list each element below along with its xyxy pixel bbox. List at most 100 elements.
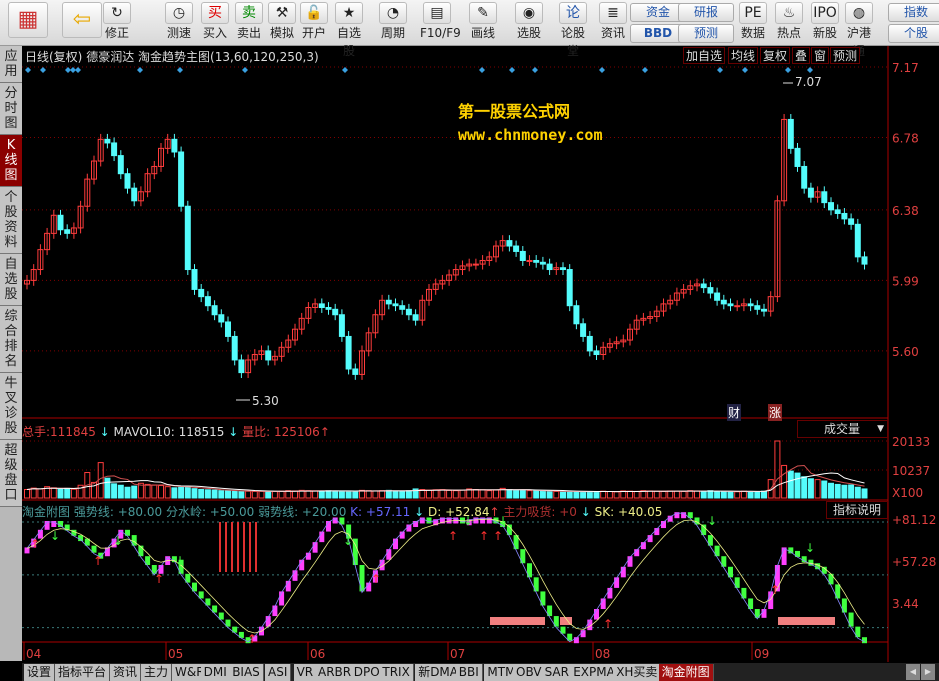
volume-bar (405, 490, 412, 499)
tab-13[interactable]: BBI (455, 664, 483, 681)
sub-tick: 3.44 (892, 597, 919, 611)
tab-2[interactable]: 资讯 (110, 664, 142, 681)
signal-diamond-icon (807, 67, 813, 73)
down-arrow-icon: ↓ (410, 505, 428, 519)
tab-16[interactable]: SAR (541, 664, 573, 681)
candle-body (560, 267, 566, 271)
candle-body (714, 292, 721, 301)
volume-bar (338, 490, 345, 499)
candle-body (828, 202, 834, 211)
main-button-0[interactable]: 加自选 (683, 47, 726, 64)
candle-body (218, 314, 225, 323)
main-button-2[interactable]: 复权 (760, 47, 791, 64)
sub-tick: +57.28 (892, 555, 936, 569)
candle-body (124, 173, 131, 189)
volume-bar (104, 477, 111, 499)
tab-11[interactable]: TRIX (379, 664, 414, 681)
volume-bar (64, 487, 71, 499)
volume-bar (218, 490, 225, 499)
d-value: D: +52.84 (428, 505, 490, 519)
candle-body (198, 288, 205, 298)
volume-bar (292, 490, 298, 499)
volume-bar (50, 487, 57, 499)
candle-body (392, 303, 399, 307)
candle-body (593, 350, 600, 356)
volume-bar (238, 490, 245, 499)
main-button-1[interactable]: 均线 (728, 47, 759, 64)
price-tick: 6.38 (892, 204, 919, 218)
buy-arrow-icon: ↑ (154, 572, 164, 586)
watermark-url: www.chnmoney.com (458, 126, 603, 144)
volume-bar (144, 483, 151, 499)
indicator-help-button[interactable]: 指标说明 (826, 501, 888, 519)
candle-body (801, 165, 808, 189)
signal-diamond-icon (717, 67, 723, 73)
volume-bar (526, 490, 533, 499)
down-arrow-icon: ↓ (224, 425, 243, 439)
mid-line-value: 分水岭: +50.00 (165, 505, 255, 519)
main-button-3[interactable]: 叠 (792, 47, 811, 64)
volume-bar (432, 489, 439, 499)
candle-body (238, 359, 245, 374)
volume-bar (493, 489, 499, 499)
limit-up-badge[interactable]: 涨 (768, 404, 783, 421)
volume-bar (258, 490, 265, 499)
volume-bar (653, 490, 660, 499)
candle-body (526, 259, 533, 262)
signal-diamond-icon (642, 67, 648, 73)
volume-bar (667, 490, 674, 499)
volume-bar (533, 490, 540, 499)
tab-3[interactable]: 主力 (141, 664, 173, 681)
tab-7[interactable]: ASI (265, 664, 292, 681)
tab-5[interactable]: DMI (200, 664, 231, 681)
tab-6[interactable]: BIAS (229, 664, 264, 681)
tabs-scroll-right-button[interactable]: ▶ (921, 664, 935, 680)
signal-diamond-icon (599, 67, 605, 73)
volume-bar (204, 489, 211, 499)
volume-bar (754, 491, 761, 499)
main-button-4[interactable]: 窗 (811, 47, 830, 64)
tab-17[interactable]: EXPMA (570, 664, 619, 681)
volume-indicator-dropdown[interactable]: 成交量 ▼ (797, 420, 888, 438)
candle-body (318, 303, 325, 309)
sk-value: SK: +40.05 (594, 505, 663, 519)
candle-body (519, 250, 526, 261)
tab-19[interactable]: 淘金附图 (658, 664, 714, 681)
volume-bar (560, 490, 566, 499)
down-arrow-icon: ↓ (576, 505, 595, 519)
candle-body (586, 335, 593, 352)
sell-arrow-icon: ↓ (343, 534, 353, 548)
volume-bar (828, 482, 834, 499)
volume-tick: 20133 (892, 435, 930, 449)
month-label: 05 (168, 647, 183, 661)
volume-bar (573, 490, 580, 499)
candle-body (700, 283, 707, 289)
volume-bar (312, 490, 319, 499)
candle-body (171, 138, 178, 153)
volume-bar (600, 490, 607, 499)
watermark-title: 第一股票公式网 (458, 102, 571, 121)
signal-diamond-icon (75, 67, 81, 73)
main-force-bar (778, 617, 835, 625)
tab-1[interactable]: 指标平台 (55, 664, 111, 681)
volume-bar (365, 490, 372, 499)
volume-bar (627, 490, 633, 499)
volume-bar (673, 490, 680, 499)
volume-bar (848, 484, 855, 499)
month-label: 08 (595, 647, 610, 661)
sell-arrow-icon: ↓ (805, 541, 815, 555)
total-value: 111845 (50, 425, 96, 439)
finance-badge[interactable]: 财 (727, 404, 742, 421)
tab-0[interactable]: 设置 (24, 664, 56, 681)
up-arrow-icon: ↑ (489, 505, 504, 519)
main-button-5[interactable]: 预测 (830, 47, 861, 64)
volume-bar (519, 489, 526, 499)
candle-body (848, 218, 855, 225)
tabs-scroll-left-button[interactable]: ◀ (906, 664, 920, 680)
tab-9[interactable]: ARBR (315, 664, 356, 681)
buy-arrow-icon: ↑ (603, 617, 613, 631)
tab-8[interactable]: VR (293, 664, 318, 681)
volume-bar (225, 490, 231, 499)
volume-bar (680, 490, 687, 499)
tab-18[interactable]: XH买卖 (613, 664, 662, 681)
